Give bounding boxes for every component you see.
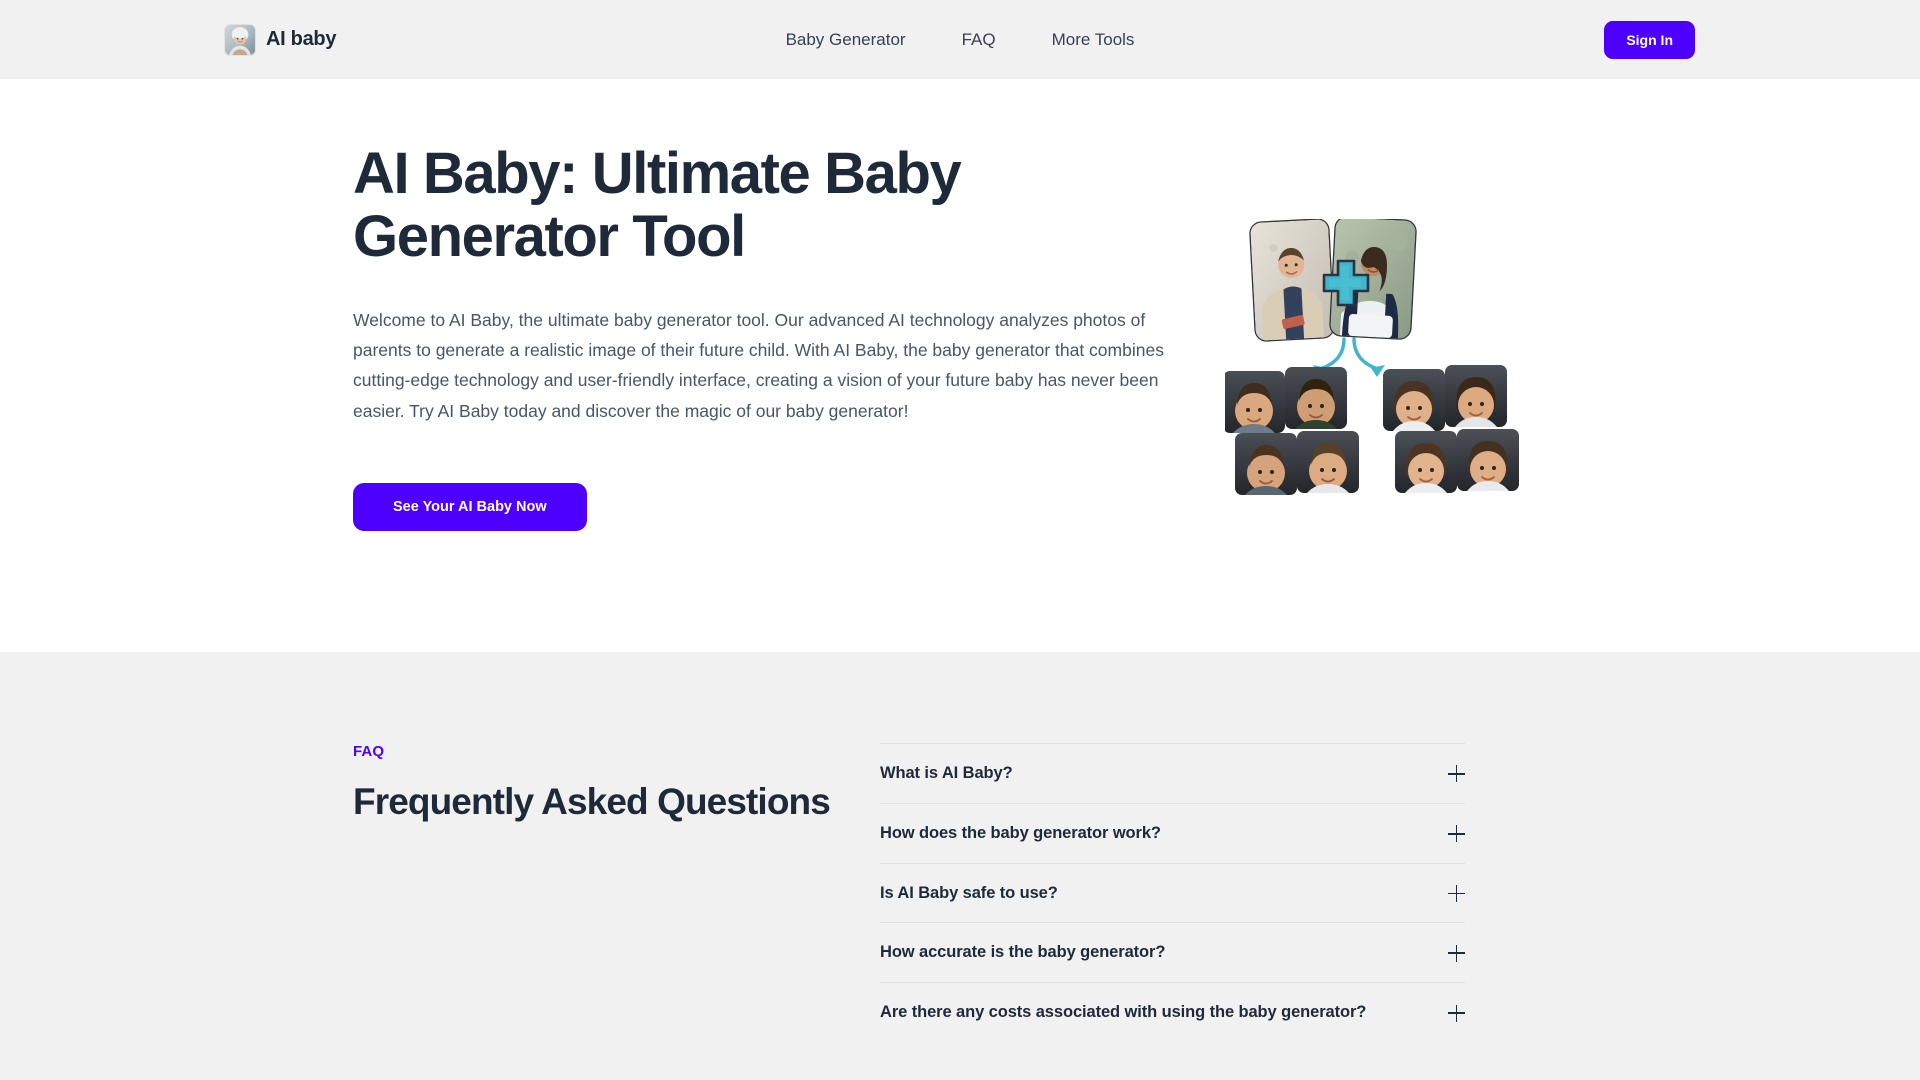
nav-item-more-tools[interactable]: More Tools: [1052, 31, 1135, 48]
teal-fork-arrow-icon: [1318, 337, 1380, 371]
faq-eyebrow: FAQ: [353, 743, 385, 760]
faq-question: What is AI Baby?: [880, 764, 1013, 782]
page-title: AI Baby: Ultimate Baby Generator Tool: [353, 141, 962, 269]
site-header: AI baby Baby Generator FAQ More Tools Si…: [0, 0, 1920, 79]
plus-icon[interactable]: [1448, 765, 1465, 783]
faq-item[interactable]: How does the baby generator work?: [880, 802, 1465, 863]
faq-item[interactable]: What is AI Baby?: [880, 743, 1465, 803]
faq-section: FAQ Frequently Asked Questions What is A…: [0, 652, 1920, 1080]
brand-name: AI baby: [266, 28, 337, 50]
faq-item[interactable]: Are there any costs associated with usin…: [880, 982, 1465, 1042]
faq-accordion: What is AI Baby? How does the baby gener…: [880, 743, 1465, 1042]
hero-copy: AI Baby: Ultimate Baby Generator Tool We…: [353, 141, 1193, 532]
brand-logo-link[interactable]: AI baby: [225, 24, 337, 55]
plus-icon[interactable]: [1448, 884, 1465, 902]
faq-question: How accurate is the baby generator?: [880, 943, 1166, 962]
nav-item-baby-generator[interactable]: Baby Generator: [786, 31, 906, 48]
see-your-ai-baby-now-button[interactable]: See Your AI Baby Now: [353, 482, 587, 532]
faq-item[interactable]: Is AI Baby safe to use?: [880, 862, 1465, 923]
faq-heading: Frequently Asked Questions: [353, 781, 831, 822]
hero-description: Welcome to AI Baby, the ultimate baby ge…: [353, 310, 1164, 421]
parents-plus-babies-illustration: [1225, 219, 1525, 509]
baby-photo-logo-icon: [225, 24, 255, 55]
plus-icon[interactable]: [1448, 1004, 1465, 1022]
plus-icon[interactable]: [1448, 825, 1465, 843]
main-navigation: Baby Generator FAQ More Tools: [786, 31, 1135, 48]
faq-question: Is AI Baby safe to use?: [880, 883, 1058, 902]
sign-in-button[interactable]: Sign In: [1604, 20, 1695, 59]
faq-question: Are there any costs associated with usin…: [880, 1003, 1367, 1022]
faq-item[interactable]: How accurate is the baby generator?: [880, 922, 1465, 982]
faq-question: How does the baby generator work?: [880, 823, 1161, 842]
faq-intro: FAQ Frequently Asked Questions: [225, 743, 858, 1042]
nav-item-faq[interactable]: FAQ: [962, 31, 996, 48]
plus-icon[interactable]: [1448, 944, 1465, 962]
hero-section: AI Baby: Ultimate Baby Generator Tool We…: [0, 79, 1920, 652]
